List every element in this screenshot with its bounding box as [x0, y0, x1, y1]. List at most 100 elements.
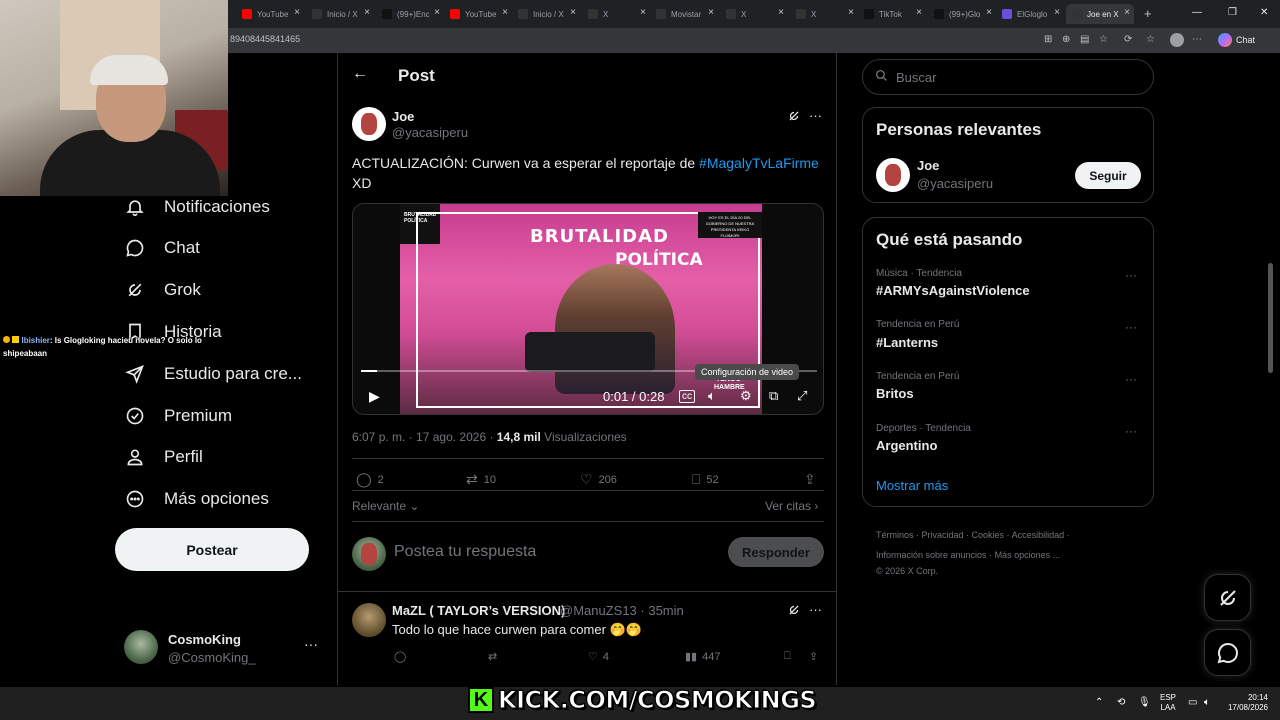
tray-clock[interactable]: 20:14 17/08/2026 [1226, 693, 1268, 713]
install-icon[interactable]: ⊞ [1044, 34, 1052, 45]
close-tab-icon[interactable]: × [640, 7, 646, 18]
browser-tab[interactable]: YouTube × [444, 4, 512, 24]
tray-wifi-icon[interactable]: ▭ [1188, 697, 1197, 708]
nav-premium[interactable]: Premium [124, 403, 232, 429]
account-switcher[interactable]: CosmoKing @CosmoKing_ ··· [124, 630, 324, 666]
browser-menu-icon[interactable]: ⋯ [1192, 34, 1202, 45]
close-tab-icon[interactable]: × [986, 7, 992, 18]
repost-button[interactable]: ⇄ 10 [466, 471, 496, 488]
browser-tab[interactable]: X × [790, 4, 858, 24]
browser-tab[interactable]: Inicio / X × [306, 4, 374, 24]
avatar[interactable] [352, 107, 386, 141]
back-arrow-icon[interactable]: ← [352, 65, 368, 83]
bookmark-button[interactable]: ⎕ 52 [692, 471, 719, 488]
grok-icon[interactable] [787, 109, 801, 126]
fullscreen-icon[interactable]: ⤢ [797, 388, 807, 404]
reply-author-name[interactable]: MaZL ( TAYLOR’s VERSION) [392, 603, 565, 618]
share-button[interactable]: ⇪ [809, 650, 818, 663]
settings-icon[interactable]: ⚙︎ [740, 388, 752, 404]
tray-volume-icon[interactable]: 🔈︎ [1204, 697, 1210, 708]
browser-tab[interactable]: ElGloglo × [996, 4, 1064, 24]
reader-icon[interactable]: ▤ [1080, 34, 1089, 45]
extension-icon[interactable]: ⟳ [1124, 34, 1132, 45]
browser-tab[interactable]: Movistar × [650, 4, 718, 24]
minimize-icon[interactable]: — [1192, 7, 1202, 18]
browser-tab[interactable]: TikTok × [858, 4, 926, 24]
browser-tab[interactable]: (99+)Glo × [928, 4, 996, 24]
tweet-author-handle[interactable]: @yacasiperu [392, 125, 468, 140]
close-tab-icon[interactable]: × [916, 7, 922, 18]
more-icon[interactable]: ··· [1125, 424, 1137, 438]
url-field[interactable]: 89408445841465 [230, 34, 300, 44]
reply-button[interactable]: ◯ [394, 650, 406, 663]
close-tab-icon[interactable]: × [570, 7, 576, 18]
browser-tab[interactable]: Inicio / X × [512, 4, 580, 24]
footer-link[interactable]: Accesibilidad [1012, 530, 1065, 540]
close-tab-icon[interactable]: × [708, 7, 714, 18]
page-scrollbar[interactable] [1268, 263, 1273, 373]
like-button[interactable]: ♡ 4 [588, 650, 609, 664]
messages-fab-button[interactable] [1204, 629, 1251, 676]
avatar[interactable] [876, 158, 910, 192]
tray-network-icon[interactable]: ⟲ [1117, 697, 1125, 708]
post-button[interactable]: Postear [115, 528, 309, 571]
more-icon[interactable]: ··· [1125, 268, 1137, 282]
like-button[interactable]: ♡ 206 [580, 471, 617, 488]
close-tab-icon[interactable]: × [502, 7, 508, 18]
footer-link[interactable]: Información sobre anuncios [876, 550, 987, 560]
video-player[interactable]: BRUTALIDAD POLÍTICA BRUTALIDAD POLÍTICA … [352, 203, 824, 415]
tray-language[interactable]: ESP LAA [1160, 693, 1176, 713]
close-window-icon[interactable]: ✕ [1260, 7, 1268, 18]
close-tab-icon[interactable]: × [364, 7, 370, 18]
tray-mic-icon[interactable]: 🎙︎ [1138, 697, 1151, 708]
zoom-icon[interactable]: ⊕ [1062, 34, 1070, 45]
close-tab-icon[interactable]: × [1124, 7, 1130, 18]
tweet-date[interactable]: 17 ago. 2026 [416, 430, 486, 444]
nav-chat[interactable]: Chat [124, 235, 200, 261]
favorite-icon[interactable]: ☆ [1099, 34, 1108, 45]
browser-tab[interactable]: (99+)Enc × [376, 4, 444, 24]
tray-chevron-up-icon[interactable]: ⌃ [1095, 697, 1103, 708]
repost-button[interactable]: ⇄ [488, 650, 497, 663]
see-quotes-link[interactable]: Ver citas › [765, 499, 818, 513]
nav-notifications[interactable]: Notificaciones [124, 194, 270, 220]
grok-icon[interactable] [787, 603, 801, 620]
profile-avatar-icon[interactable] [1170, 33, 1184, 47]
footer-link[interactable]: Más opciones ... [995, 550, 1061, 560]
sort-dropdown[interactable]: Relevante ⌄ [352, 499, 419, 513]
search-input[interactable]: Buscar [862, 59, 1154, 95]
maximize-icon[interactable]: ❐ [1228, 7, 1237, 18]
copilot-chat-button[interactable]: Chat [1218, 33, 1255, 47]
browser-tab[interactable]: YouTube × [236, 4, 304, 24]
close-tab-icon[interactable]: × [434, 7, 440, 18]
views-button[interactable]: ▮▮ 447 [685, 650, 720, 664]
show-more-link[interactable]: Mostrar más [876, 478, 948, 493]
reply-button[interactable]: ◯ 2 [356, 471, 384, 488]
footer-link[interactable]: Privacidad [922, 530, 964, 540]
hashtag-link[interactable]: #MagalyTvLaFirme [699, 155, 819, 171]
more-icon[interactable]: ··· [809, 602, 822, 617]
more-icon[interactable]: ··· [809, 108, 822, 123]
avatar[interactable] [352, 603, 386, 637]
close-tab-icon[interactable]: × [778, 7, 784, 18]
pip-icon[interactable]: ⧉ [769, 388, 778, 404]
close-tab-icon[interactable]: × [294, 7, 300, 18]
new-tab-icon[interactable]: + [1144, 6, 1152, 21]
browser-tab[interactable]: Joe en X × [1066, 4, 1134, 24]
nav-more-options[interactable]: Más opciones [124, 486, 269, 512]
nav-grok[interactable]: Grok [124, 277, 201, 303]
captions-icon[interactable]: cc [679, 390, 695, 403]
reply-author-handle[interactable]: @ManuZS13 · 35min [560, 603, 684, 618]
more-icon[interactable]: ··· [1125, 372, 1137, 386]
tweet-time[interactable]: 6:07 p. m. [352, 430, 405, 444]
bookmark-button[interactable]: ⎕ [784, 650, 791, 663]
footer-link[interactable]: Cookies [972, 530, 1005, 540]
collections-icon[interactable]: ☆ [1146, 34, 1155, 45]
browser-tab[interactable]: X × [720, 4, 788, 24]
more-icon[interactable]: ··· [1125, 320, 1137, 334]
reply-input[interactable]: Postea tu respuesta [394, 543, 536, 561]
follow-button[interactable]: Seguir [1075, 162, 1141, 189]
tweet-author-name[interactable]: Joe [392, 109, 414, 124]
volume-icon[interactable]: 🔈︎ [708, 388, 716, 404]
grok-fab-button[interactable] [1204, 574, 1251, 621]
